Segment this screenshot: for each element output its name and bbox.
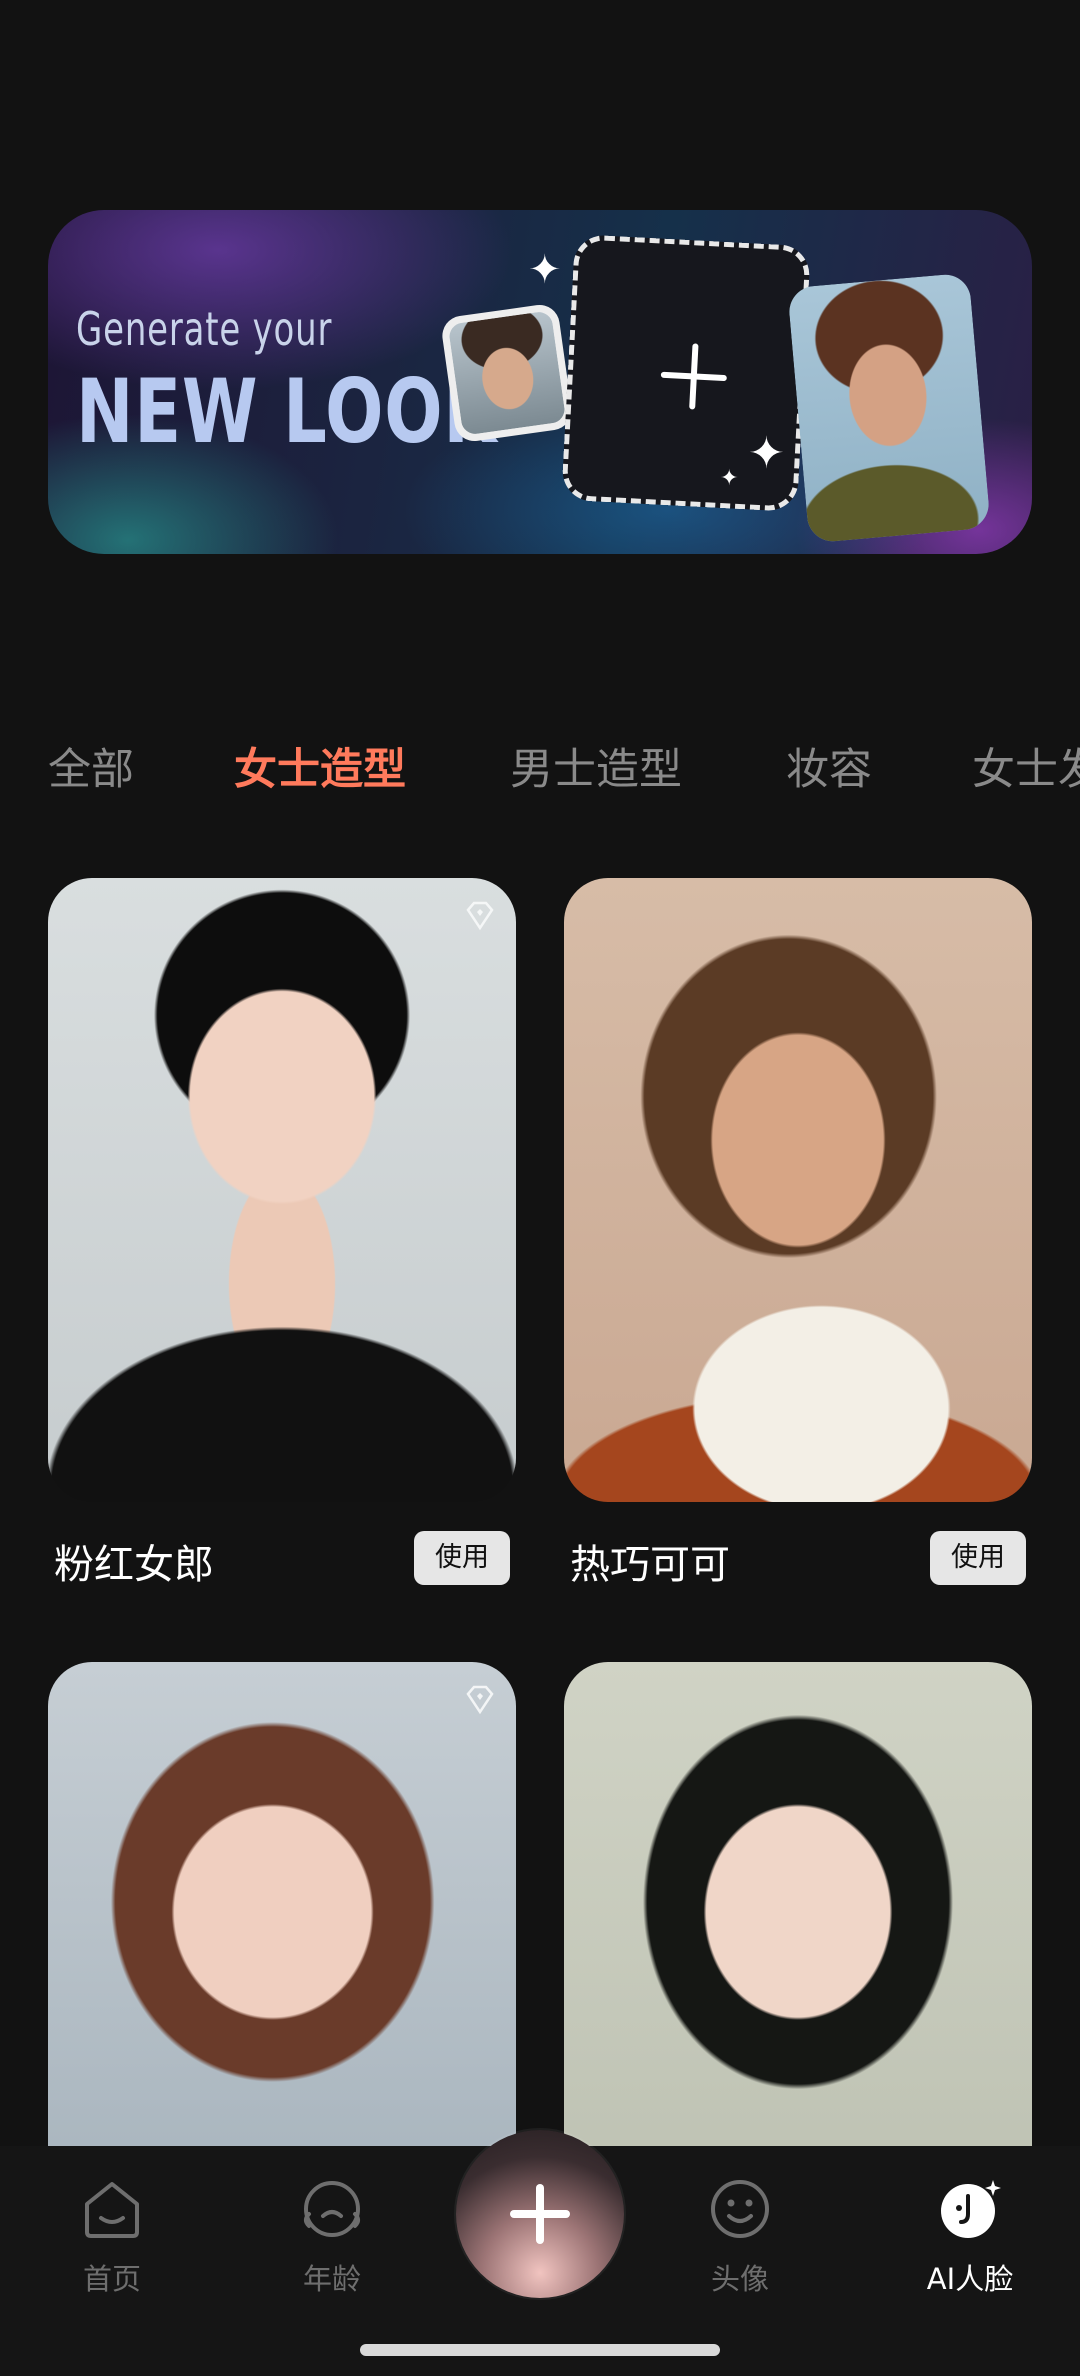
age-face-icon — [304, 2181, 360, 2237]
create-button[interactable] — [456, 2130, 624, 2298]
banner-title: NEW LOOK — [76, 360, 498, 463]
tab-men-style[interactable]: 男士造型 — [510, 735, 682, 797]
premium-diamond-icon — [466, 1685, 494, 1715]
style-card-image[interactable] — [48, 878, 516, 1502]
banner-subtitle: Generate your — [76, 302, 333, 356]
tab-women-hair[interactable]: 女士发 — [972, 735, 1080, 797]
category-tabs: 全部 女士造型 男士造型 妆容 女士发 — [48, 735, 1080, 805]
ai-face-icon — [941, 2180, 1001, 2238]
tab-women-style[interactable]: 女士造型 — [234, 735, 406, 797]
style-name: 粉红女郎 — [54, 1542, 214, 1588]
premium-diamond-icon — [466, 901, 494, 931]
nav-avatar[interactable]: 头像 — [670, 2176, 810, 2298]
use-button[interactable]: 使用 — [414, 1531, 510, 1585]
sample-portrait-large — [787, 272, 991, 544]
style-card-image[interactable] — [48, 1662, 516, 2162]
sparkle-icon: ✦ — [528, 247, 562, 293]
home-icon — [85, 2182, 139, 2238]
tab-all[interactable]: 全部 — [48, 735, 134, 797]
nav-home[interactable]: 首页 — [42, 2176, 182, 2298]
smile-face-icon — [711, 2180, 769, 2238]
tab-makeup[interactable]: 妆容 — [786, 735, 872, 797]
sparkle-icon: ✦ — [720, 466, 739, 491]
nav-age[interactable]: 年龄 — [262, 2176, 402, 2298]
sparkle-icon: ✦ — [748, 428, 785, 479]
sample-portrait-small — [439, 302, 575, 444]
style-card-image[interactable] — [564, 878, 1032, 1502]
use-button[interactable]: 使用 — [930, 1531, 1026, 1585]
style-card-image[interactable] — [564, 1662, 1032, 2162]
style-name: 热巧可可 — [570, 1542, 730, 1588]
home-indicator — [360, 2344, 720, 2356]
nav-ai-face[interactable]: AI人脸 — [900, 2176, 1040, 2298]
new-look-banner[interactable]: Generate your NEW LOOK ✦ ✦ ✦ — [48, 210, 1032, 554]
